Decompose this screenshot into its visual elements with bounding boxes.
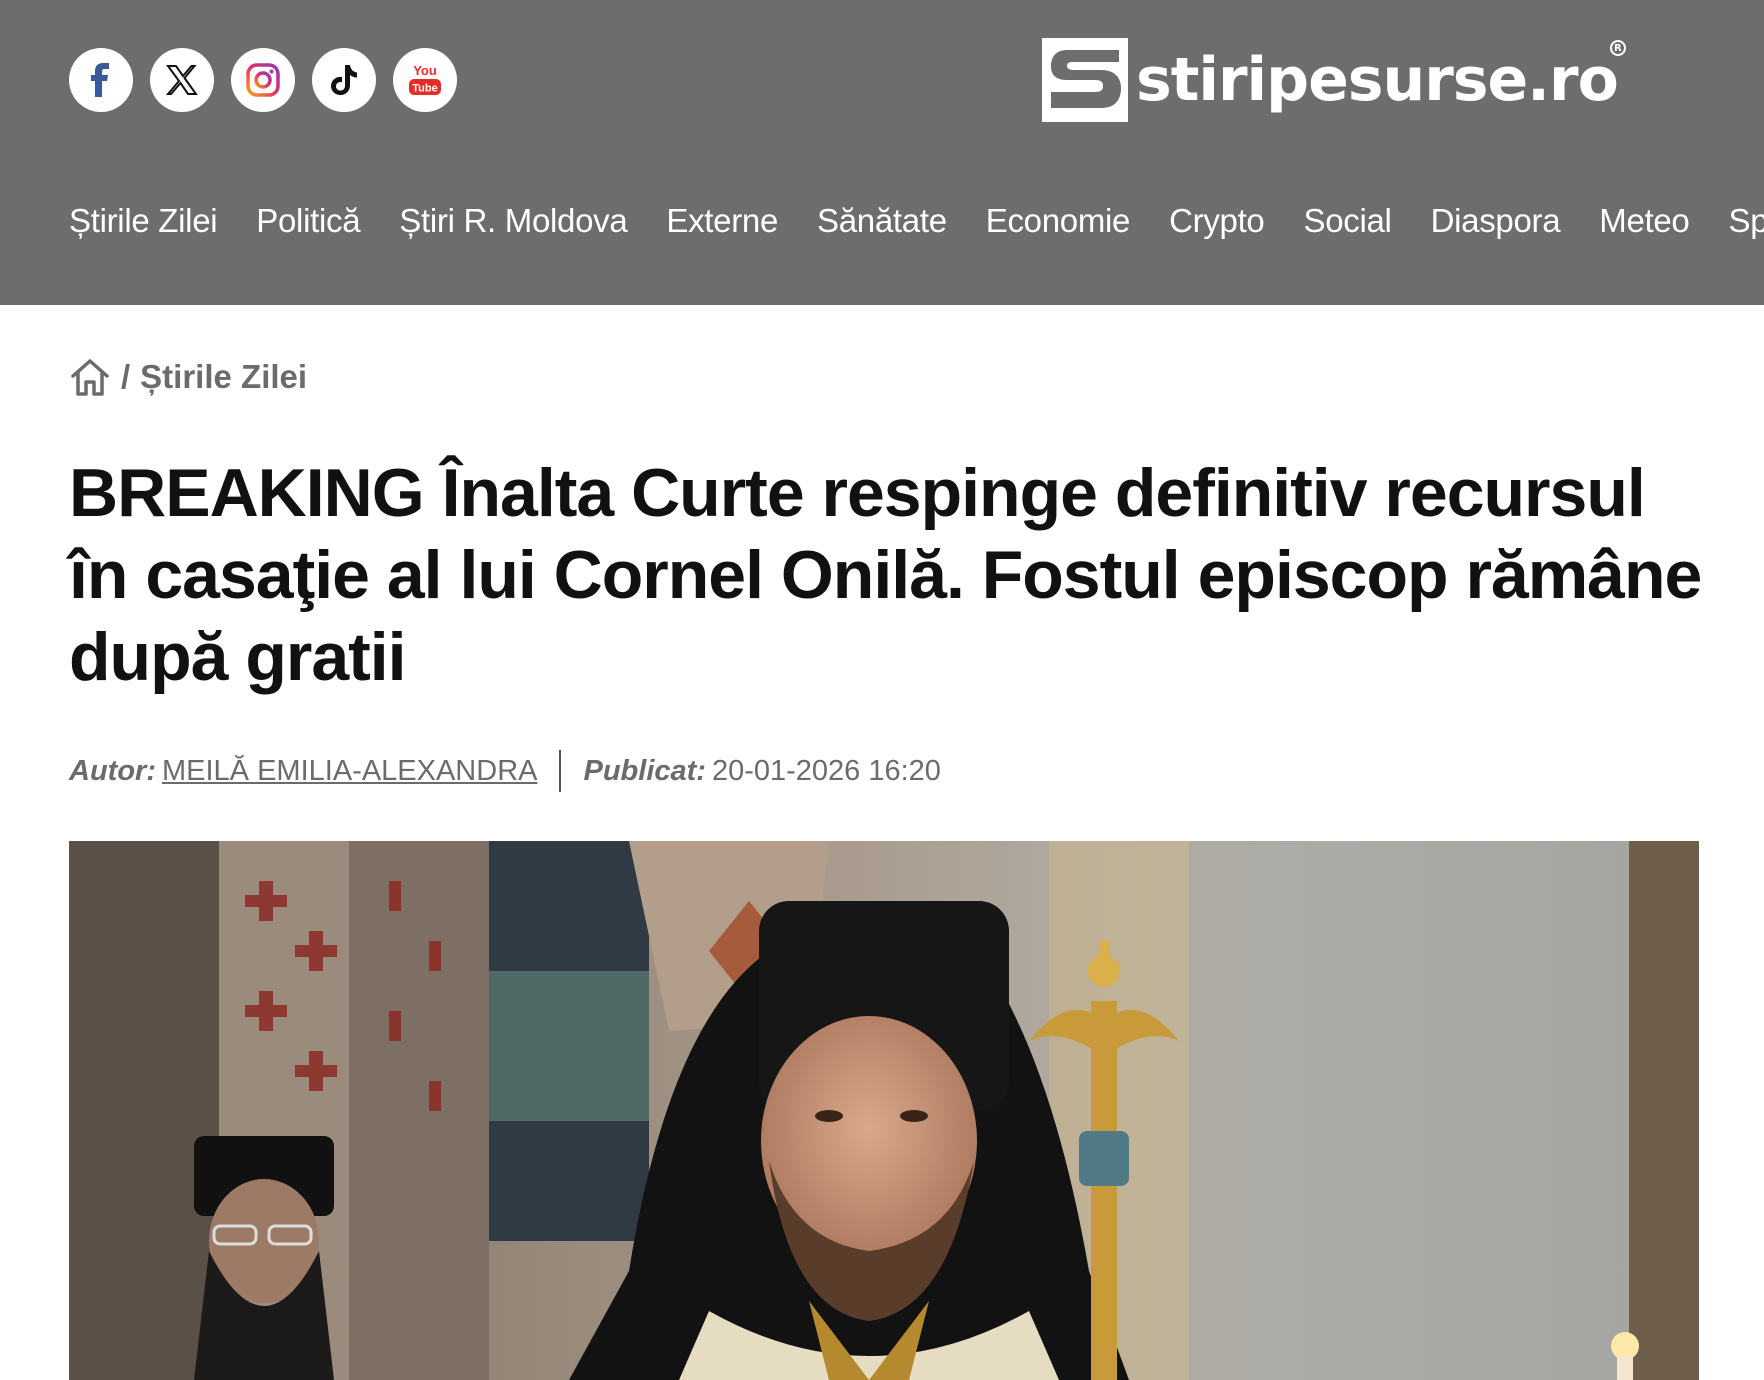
meta-divider: [559, 750, 562, 792]
nav-item-politica[interactable]: Politică: [256, 202, 360, 240]
main-nav: Știrile Zilei Politică Știri R. Moldova …: [69, 202, 1764, 240]
hero-photo: [69, 841, 1699, 1380]
breadcrumb-current[interactable]: Știrile Zilei: [140, 358, 307, 396]
youtube-button[interactable]: You Tube: [393, 48, 457, 112]
nav-item-meteo[interactable]: Meteo: [1599, 202, 1690, 240]
instagram-icon: [246, 63, 280, 97]
svg-text:You: You: [413, 63, 437, 78]
youtube-icon: You Tube: [409, 63, 441, 95]
author-link[interactable]: MEILĂ EMILIA-ALEXANDRA: [162, 755, 538, 788]
instagram-button[interactable]: [231, 48, 295, 112]
nav-item-sanatate[interactable]: Sănătate: [817, 202, 947, 240]
home-link[interactable]: [69, 356, 111, 398]
logo-text: stiripesurse.ro: [1136, 45, 1619, 115]
logo-mark: [1042, 38, 1128, 122]
x-icon: [166, 65, 198, 95]
facebook-button[interactable]: [69, 48, 133, 112]
nav-item-stiri-moldova[interactable]: Știri R. Moldova: [399, 202, 627, 240]
logo-s-icon: [1051, 50, 1121, 108]
published-date: 20-01-2026 16:20: [711, 754, 941, 787]
site-header: You Tube stiripesurse.ro R Știrile Zilei…: [0, 0, 1764, 305]
registered-mark: R: [1609, 40, 1626, 56]
author-label: Autor:: [69, 754, 156, 787]
tiktok-button[interactable]: [312, 48, 376, 112]
nav-item-economie[interactable]: Economie: [986, 202, 1131, 240]
nav-item-social[interactable]: Social: [1304, 202, 1392, 240]
nav-item-diaspora[interactable]: Diaspora: [1431, 202, 1561, 240]
published-label: Publicat:: [583, 754, 706, 787]
x-button[interactable]: [150, 48, 214, 112]
site-logo[interactable]: stiripesurse.ro R: [1042, 38, 1626, 122]
article-hero-image[interactable]: [69, 841, 1699, 1380]
nav-item-crypto[interactable]: Crypto: [1169, 202, 1265, 240]
article-meta: Autor: MEILĂ EMILIA-ALEXANDRA Publicat: …: [69, 750, 941, 792]
social-links: You Tube: [69, 48, 457, 112]
facebook-icon: [91, 63, 109, 97]
breadcrumb-separator: /: [121, 358, 131, 395]
nav-item-sport[interactable]: Spo: [1728, 202, 1764, 240]
nav-item-stirile-zilei[interactable]: Știrile Zilei: [69, 202, 218, 240]
home-icon: [71, 359, 109, 396]
tiktok-icon: [331, 65, 357, 95]
article-title: BREAKING Înalta Curte respinge definitiv…: [69, 455, 1702, 695]
breadcrumb: / Știrile Zilei: [69, 356, 307, 398]
nav-item-externe[interactable]: Externe: [666, 202, 778, 240]
svg-text:Tube: Tube: [412, 83, 437, 95]
